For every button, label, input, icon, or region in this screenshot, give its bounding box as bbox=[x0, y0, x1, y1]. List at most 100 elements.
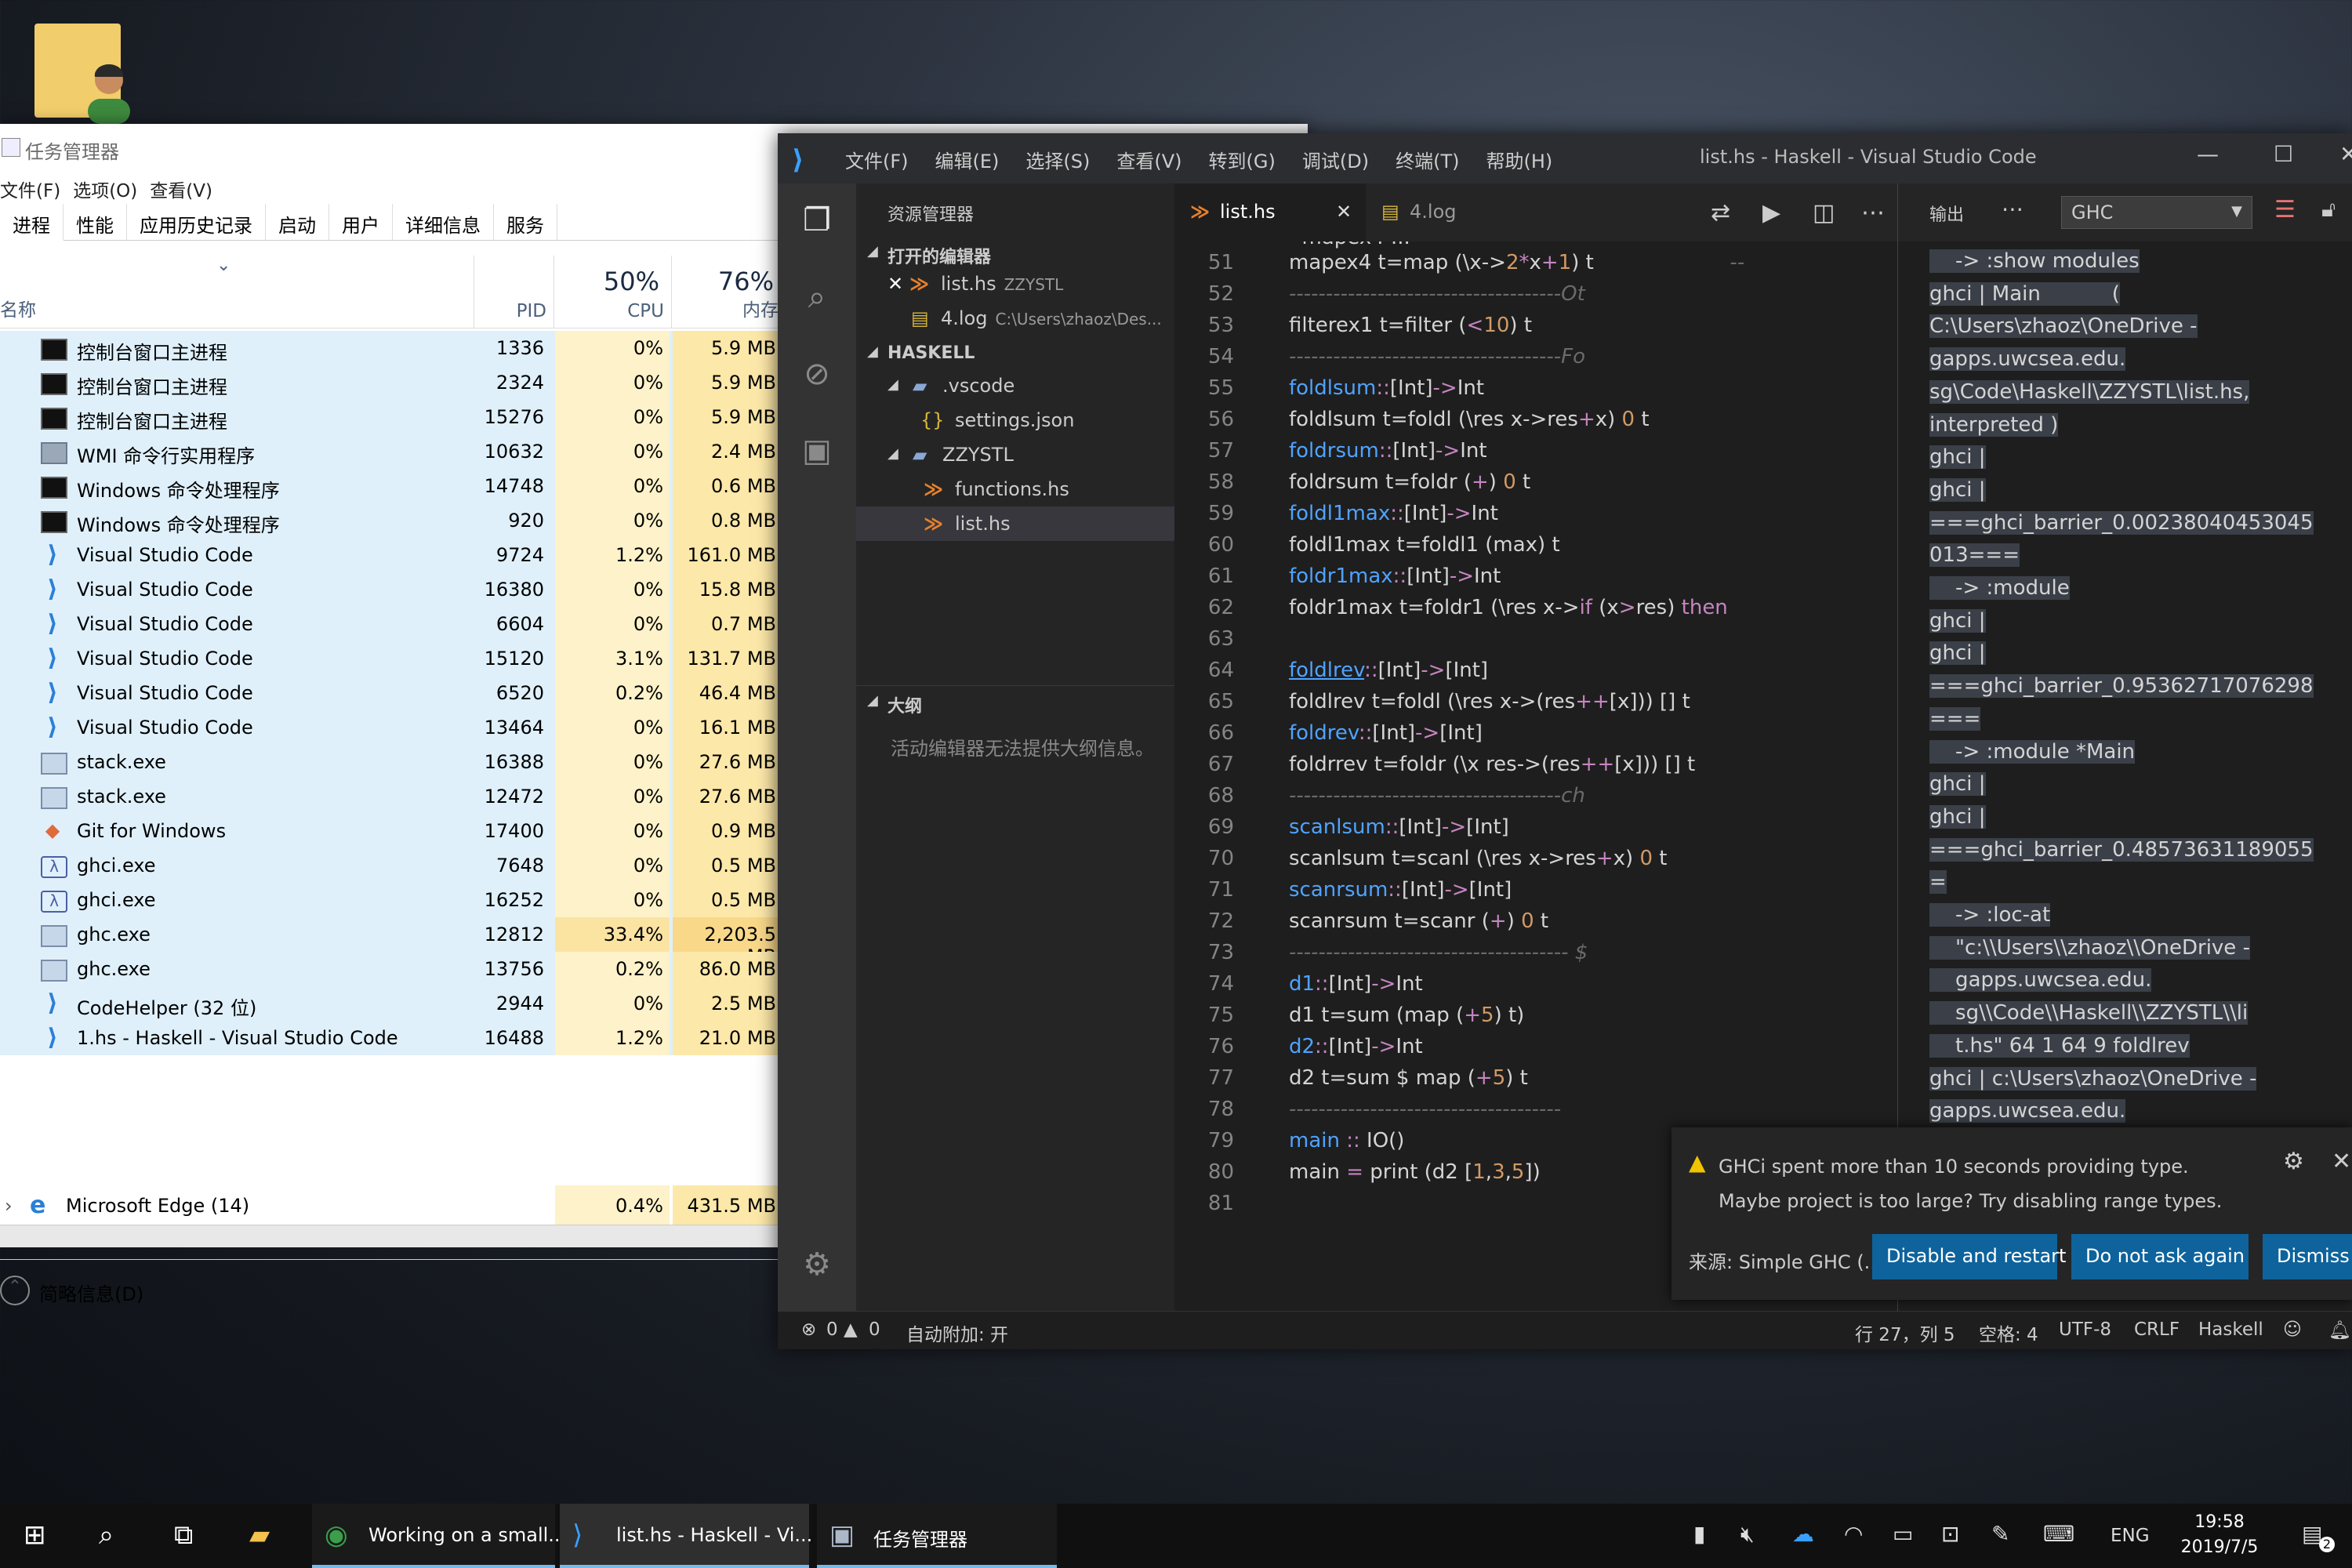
fewer-details-chevron-icon[interactable]: ⌃ bbox=[0, 1276, 30, 1305]
pen-icon[interactable]: ✎ bbox=[1991, 1521, 2009, 1547]
workspace-section[interactable]: ◢ HASKELL bbox=[856, 337, 1174, 368]
tree-folder-vscode[interactable]: ◢ ▰ .vscode bbox=[856, 368, 1174, 403]
open-changes-icon[interactable]: ⇄ bbox=[1711, 199, 1730, 227]
cursor-position[interactable]: 行 27，列 5 bbox=[1855, 1319, 1955, 1346]
tab-app-history[interactable]: 应用历史记录 bbox=[127, 204, 266, 240]
battery-icon[interactable]: ▭ bbox=[1893, 1521, 1913, 1547]
open-editor-item[interactable]: ✕ ≫ list.hs ZZYSTL bbox=[856, 267, 1174, 301]
display-icon[interactable]: ⊡ bbox=[1941, 1521, 1959, 1547]
menu-terminal[interactable]: 终端(T) bbox=[1396, 146, 1459, 173]
close-tab-icon[interactable]: ✕ bbox=[1336, 201, 1352, 223]
tree-file-list[interactable]: ≫ list.hs bbox=[856, 506, 1174, 541]
error-count[interactable]: 0 bbox=[826, 1319, 838, 1340]
taskbar-app-vscode[interactable]: ⟩ list.hs - Haskell - Vi... bbox=[560, 1504, 812, 1568]
table-row[interactable]: λ ghci.exe 7648 0% 0.5 MB bbox=[0, 848, 784, 883]
table-row[interactable]: ⟩ Visual Studio Code 6604 0% 0.7 MB bbox=[0, 607, 784, 641]
menu-edit[interactable]: 编辑(E) bbox=[935, 146, 1000, 173]
menu-go[interactable]: 转到(G) bbox=[1209, 146, 1276, 173]
table-row[interactable]: stack.exe 12472 0% 27.6 MB bbox=[0, 779, 784, 814]
open-editors-section[interactable]: ◢ 打开的编辑器 bbox=[856, 237, 1174, 268]
close-icon[interactable]: ✕ bbox=[2339, 141, 2352, 167]
table-row[interactable]: ⟩ CodeHelper (32 位) 2944 0% 2.5 MB bbox=[0, 986, 784, 1021]
keyboard-icon[interactable]: ⌨ bbox=[2043, 1521, 2074, 1547]
desktop-user-folder-icon[interactable] bbox=[34, 24, 130, 124]
menu-file[interactable]: 文件(F) bbox=[0, 171, 60, 205]
open-editor-item[interactable]: ▤ 4.log C:\Users\zhaoz\Des... bbox=[856, 301, 1174, 336]
notifications-bell-icon[interactable]: 🔔︎ bbox=[2328, 1319, 2351, 1341]
settings-gear-icon[interactable]: ⚙ bbox=[798, 1247, 836, 1284]
search-icon[interactable]: ⌕ bbox=[798, 279, 836, 317]
table-row[interactable]: 控制台窗口主进程 2324 0% 5.9 MB bbox=[0, 365, 784, 400]
run-icon[interactable]: ▶ bbox=[1762, 199, 1780, 227]
sort-chevron-icon[interactable]: ⌄ bbox=[216, 256, 230, 275]
table-row[interactable]: ⟩ 1.hs - Haskell - Visual Studio Code 1648… bbox=[0, 1021, 784, 1055]
warning-count[interactable]: 0 bbox=[869, 1319, 880, 1340]
column-header-name[interactable]: 名称 bbox=[0, 295, 36, 321]
expand-chevron-icon[interactable]: › bbox=[5, 1195, 13, 1217]
search-button[interactable]: ⌕ bbox=[77, 1504, 152, 1568]
close-editor-icon[interactable]: ✕ bbox=[887, 273, 903, 295]
table-row[interactable]: ⟩ Visual Studio Code 15120 3.1% 131.7 MB bbox=[0, 641, 784, 676]
table-row[interactable]: stack.exe 16388 0% 27.6 MB bbox=[0, 745, 784, 779]
error-icon[interactable]: ⊗ bbox=[801, 1319, 816, 1340]
table-row[interactable]: Windows 命令处理程序 920 0% 0.8 MB bbox=[0, 503, 784, 538]
tab-services[interactable]: 服务 bbox=[494, 204, 557, 240]
output-tab-label[interactable]: 输出 bbox=[1929, 201, 1964, 226]
dismiss-button[interactable]: Dismiss bbox=[2263, 1234, 2352, 1279]
table-row[interactable]: ghc.exe 13756 0.2% 86.0 MB bbox=[0, 952, 784, 986]
menu-view[interactable]: 查看(V) bbox=[1116, 146, 1181, 173]
horizontal-scrollbar[interactable] bbox=[0, 1225, 784, 1247]
menu-file[interactable]: 文件(F) bbox=[845, 146, 909, 173]
table-row[interactable]: ⟩ Visual Studio Code 6520 0.2% 46.4 MB bbox=[0, 676, 784, 710]
tab-processes[interactable]: 进程 bbox=[0, 204, 64, 241]
warning-icon[interactable]: ▲ bbox=[844, 1319, 858, 1340]
disable-and-restart-button[interactable]: Disable and restart bbox=[1872, 1234, 2066, 1279]
maximize-icon[interactable]: ☐ bbox=[2274, 141, 2293, 167]
output-channel-select[interactable]: GHC ▼ bbox=[2061, 196, 2252, 229]
wifi-icon[interactable]: ◠ bbox=[1844, 1521, 1863, 1547]
split-editor-icon[interactable]: ◫ bbox=[1813, 199, 1835, 227]
table-row-edge-group[interactable]: › e Microsoft Edge (14) 0.4% 431.5 MB bbox=[0, 1185, 784, 1225]
debug-icon[interactable]: ⊘ bbox=[798, 356, 836, 394]
task-view-button[interactable]: ⧉ bbox=[152, 1504, 227, 1568]
table-row[interactable]: ⟩ Visual Studio Code 16380 0% 15.8 MB bbox=[0, 572, 784, 607]
tree-folder-zzystl[interactable]: ◢ ▰ ZZYSTL bbox=[856, 437, 1174, 472]
tab-4-log[interactable]: ▤ 4.log bbox=[1366, 183, 1538, 241]
auto-attach-status[interactable]: 自动附加: 开 bbox=[906, 1319, 1008, 1346]
do-not-ask-again-button[interactable]: Do not ask again bbox=[2071, 1234, 2249, 1279]
clock[interactable]: 19:58 2019/7/5 bbox=[2161, 1510, 2278, 1560]
explorer-icon[interactable]: ❐ bbox=[798, 202, 836, 240]
menu-debug[interactable]: 调试(D) bbox=[1302, 146, 1369, 173]
column-header-memory[interactable]: 76% 内存 bbox=[671, 256, 785, 328]
notification-settings-icon[interactable]: ⚙ bbox=[2283, 1148, 2304, 1175]
tree-file-settings[interactable]: {} settings.json bbox=[856, 403, 1174, 437]
column-header-pid[interactable]: PID bbox=[474, 256, 553, 328]
fewer-details-link[interactable]: 简略信息(D) bbox=[39, 1279, 143, 1306]
minimize-icon[interactable]: — bbox=[2197, 141, 2219, 167]
tab-performance[interactable]: 性能 bbox=[64, 204, 127, 240]
taskbar-app-edge-dev[interactable]: ◉ Working on a small... bbox=[312, 1504, 566, 1568]
file-explorer-button[interactable]: ▰ bbox=[227, 1504, 303, 1568]
table-row[interactable]: ghc.exe1281233.4%2,203.5 MB bbox=[0, 917, 784, 967]
table-row[interactable]: 控制台窗口主进程 1336 0% 5.9 MB bbox=[0, 331, 784, 365]
tree-file-functions[interactable]: ≫ functions.hs bbox=[856, 472, 1174, 506]
column-header-cpu[interactable]: 50% CPU bbox=[554, 256, 670, 328]
tab-list-hs[interactable]: ≫ list.hs ✕ bbox=[1174, 183, 1366, 241]
table-row[interactable]: 控制台窗口主进程 15276 0% 5.9 MB bbox=[0, 400, 784, 434]
feedback-smiley-icon[interactable]: ☺ bbox=[2283, 1319, 2302, 1340]
indentation[interactable]: 空格: 4 bbox=[1979, 1319, 2038, 1346]
table-row[interactable]: λ ghci.exe 16252 0% 0.5 MB bbox=[0, 883, 784, 917]
onedrive-icon[interactable]: ☁ bbox=[1792, 1521, 1814, 1547]
tab-startup[interactable]: 启动 bbox=[266, 204, 329, 240]
menu-selection[interactable]: 选择(S) bbox=[1025, 146, 1090, 173]
more-actions-icon[interactable]: ⋯ bbox=[2002, 196, 2024, 222]
menu-help[interactable]: 帮助(H) bbox=[1486, 146, 1552, 173]
clear-output-icon[interactable]: ☰ bbox=[2274, 196, 2296, 223]
table-row[interactable]: ⟩ Visual Studio Code 9724 1.2% 161.0 MB bbox=[0, 538, 784, 572]
table-row[interactable]: WMI 命令行实用程序 10632 0% 2.4 MB bbox=[0, 434, 784, 469]
encoding[interactable]: UTF-8 bbox=[2059, 1319, 2111, 1340]
tab-users[interactable]: 用户 bbox=[329, 204, 393, 240]
input-language[interactable]: ENG bbox=[2111, 1526, 2150, 1546]
menu-options[interactable]: 选项(O) bbox=[73, 171, 137, 205]
language-mode[interactable]: Haskell bbox=[2198, 1319, 2263, 1340]
